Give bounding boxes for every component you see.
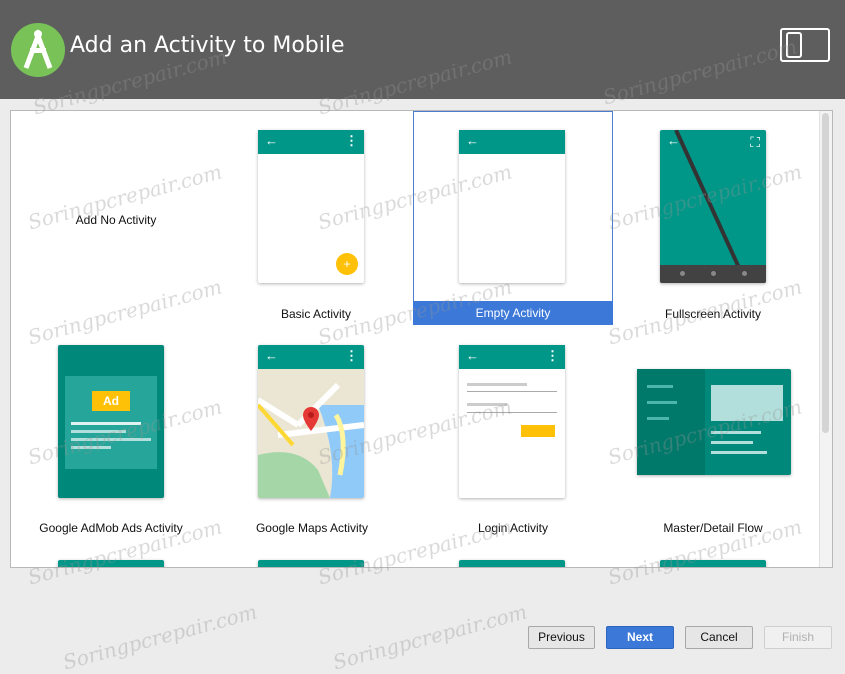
tile-next-row-preview-4[interactable] [660, 560, 766, 567]
tile-label: Empty Activity [413, 301, 613, 325]
dialog-title: Add an Activity to Mobile [70, 33, 345, 58]
admob-activity-preview: Ad [58, 345, 164, 498]
back-arrow-icon: ← [265, 348, 278, 363]
fab-icon: + [336, 253, 358, 275]
device-form-factor-icon [780, 28, 830, 62]
tile-next-row-preview-3[interactable] [459, 560, 565, 567]
overflow-menu-icon: ⋮ [345, 348, 358, 363]
tile-label: Login Activity [477, 521, 549, 535]
map-pin-icon [303, 407, 319, 431]
tile-empty-activity[interactable]: ← Empty Activity [413, 111, 613, 325]
master-detail-preview [637, 369, 791, 475]
maps-activity-preview: ← ⋮ [258, 345, 364, 498]
basic-activity-preview: ← ⋮ + [258, 130, 364, 283]
scrollbar-thumb[interactable] [822, 113, 829, 433]
ad-card: Ad [65, 376, 157, 469]
master-pane [637, 369, 705, 475]
tile-label: Add No Activity [75, 213, 157, 227]
navigation-bar [660, 265, 766, 283]
overflow-menu-icon: ⋮ [345, 133, 358, 148]
tile-label: Master/Detail Flow [663, 521, 763, 535]
tile-login-activity[interactable]: ← ⋮ Login Activity [413, 325, 613, 539]
android-studio-logo [11, 23, 65, 77]
overflow-menu-icon: ⋮ [546, 348, 559, 363]
tile-label: Google Maps Activity [255, 521, 369, 535]
gallery-scrollbar[interactable] [819, 111, 832, 567]
fullscreen-icon: ⛶ [750, 134, 760, 150]
watermark: Soringpcrepair.com [330, 599, 530, 674]
login-button-preview [521, 425, 555, 437]
previous-button[interactable]: Previous [528, 626, 595, 649]
tile-label: Fullscreen Activity [664, 307, 762, 321]
ad-badge: Ad [92, 391, 130, 411]
tile-add-no-activity[interactable]: Add No Activity [16, 111, 216, 325]
detail-image [711, 385, 783, 421]
activity-gallery[interactable]: Add No Activity ← ⋮ + Basic Activity ← Em… [10, 110, 833, 568]
fullscreen-activity-preview: ← ⛶ [660, 130, 766, 283]
dialog-header: Add an Activity to Mobile [0, 0, 845, 99]
empty-activity-preview: ← [459, 130, 565, 283]
tile-label: Basic Activity [280, 307, 352, 321]
cancel-button[interactable]: Cancel [685, 626, 753, 649]
back-arrow-icon: ← [667, 133, 680, 148]
tile-google-maps-activity[interactable]: ← ⋮ Google Maps Activity [212, 325, 412, 539]
tile-label: Google AdMob Ads Activity [39, 521, 183, 535]
tile-basic-activity[interactable]: ← ⋮ + Basic Activity [216, 111, 416, 325]
next-button[interactable]: Next [606, 626, 674, 649]
login-activity-preview: ← ⋮ [459, 345, 565, 498]
watermark: Soringpcrepair.com [60, 599, 260, 674]
finish-button[interactable]: Finish [764, 626, 832, 649]
tile-master-detail-flow[interactable]: Master/Detail Flow [613, 325, 813, 539]
back-arrow-icon: ← [466, 133, 479, 148]
tile-next-row-preview-1[interactable] [58, 560, 164, 567]
tile-admob-ads-activity[interactable]: Ad Google AdMob Ads Activity [11, 325, 211, 539]
tile-fullscreen-activity[interactable]: ← ⛶ Fullscreen Activity [613, 111, 813, 325]
back-arrow-icon: ← [265, 133, 278, 148]
tile-next-row-preview-2[interactable] [258, 560, 364, 567]
back-arrow-icon: ← [466, 348, 479, 363]
